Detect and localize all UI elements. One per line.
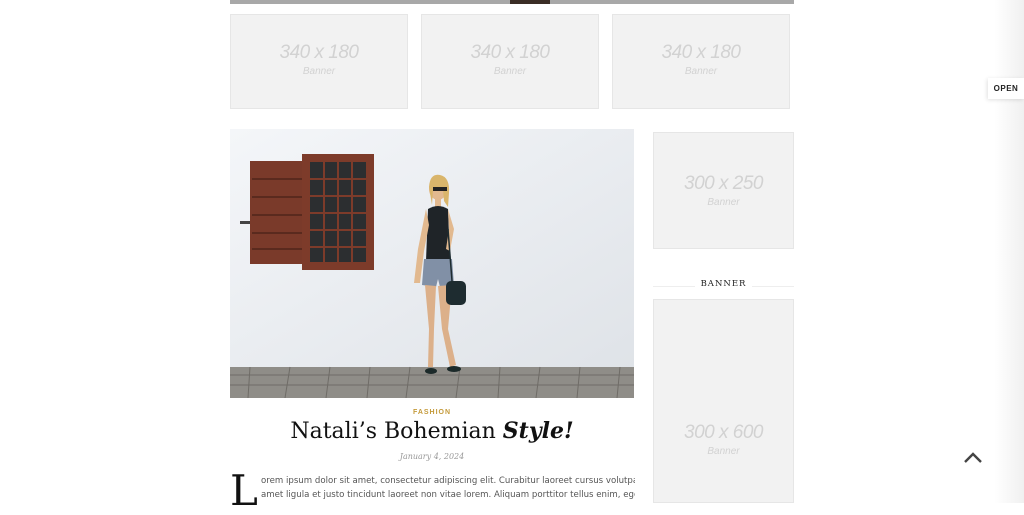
top-banner-2[interactable]: 340 x 180 Banner (421, 14, 599, 109)
banner-size: 300 x 250 (684, 173, 763, 194)
post-excerpt: orem ipsum dolor sit amet, consectetur a… (261, 474, 635, 502)
open-panel-tab[interactable]: OPEN (988, 78, 1024, 99)
post-date: January 4, 2024 (399, 452, 465, 461)
page-edge-shadow (994, 0, 1024, 503)
post-title[interactable]: Natali’s Bohemian Style! (230, 418, 634, 444)
banner-label: Banner (707, 446, 740, 457)
banner-size: 340 x 180 (279, 42, 359, 63)
banner-label: Banner (707, 197, 740, 208)
banner-label: Banner (493, 66, 527, 77)
banner-size: 340 x 180 (470, 42, 550, 63)
top-banner-3[interactable]: 340 x 180 Banner (612, 14, 790, 109)
excerpt-line: orem ipsum dolor sit amet, consectetur a… (261, 476, 635, 486)
sidebar-widget-title: BANNER (653, 279, 794, 289)
top-banner-1[interactable]: 340 x 180 Banner (230, 14, 408, 109)
post-dropcap: L (230, 466, 258, 515)
banner-label: Banner (684, 66, 718, 77)
chevron-up-icon[interactable] (962, 448, 984, 468)
banner-label: Banner (302, 66, 336, 77)
banner-size: 340 x 180 (661, 42, 741, 63)
sidebar-banner-small[interactable]: 300 x 250 Banner (653, 132, 794, 249)
banner-size: 300 x 600 (684, 422, 763, 443)
post-title-text: Natali’s Bohemian (290, 419, 503, 444)
post-title-emphasis: Style! (502, 418, 574, 444)
excerpt-line: amet ligula et justo tincidunt laoreet n… (261, 490, 635, 500)
previous-post-image-edge (230, 0, 794, 4)
post-category[interactable]: FASHION (230, 409, 634, 416)
sidebar-banner-tall[interactable]: 300 x 600 Banner (653, 299, 794, 503)
post-featured-image[interactable] (230, 129, 634, 398)
